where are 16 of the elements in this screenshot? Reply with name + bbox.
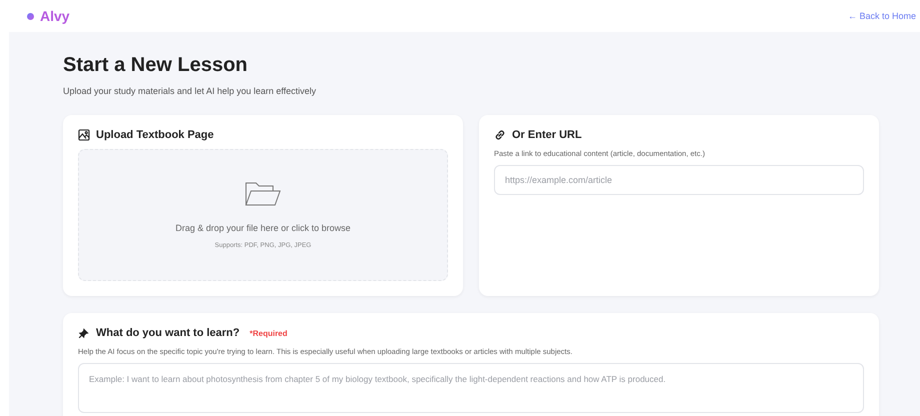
logo-dot-icon	[27, 12, 34, 20]
folder-icon	[245, 181, 281, 207]
page-title: Start a New Lesson	[63, 54, 249, 77]
image-icon	[78, 129, 90, 141]
card-title: Upload Textbook Page	[96, 129, 214, 141]
url-field[interactable]: https://example.com/article	[494, 165, 864, 195]
card-title: Or Enter URL	[512, 129, 582, 141]
brand-name: Alvy	[40, 8, 70, 24]
required-label: *Required	[250, 328, 288, 338]
page-subtitle: Upload your study materials and let AI help you learn effectively	[63, 86, 317, 96]
topic-field[interactable]: Example: I want to learn about photosynthesis from chapter 5 of my biology textbook, specifically the light-dependent reactions and how ATP is produced.	[78, 363, 864, 413]
back-link[interactable]: ← Back to Home	[848, 11, 916, 21]
card-title: What do you want to learn?	[96, 327, 240, 339]
drop-instruction: Drag & drop your file here or click to browse	[175, 223, 351, 233]
pushpin-icon	[78, 327, 90, 339]
link-icon	[494, 129, 506, 141]
